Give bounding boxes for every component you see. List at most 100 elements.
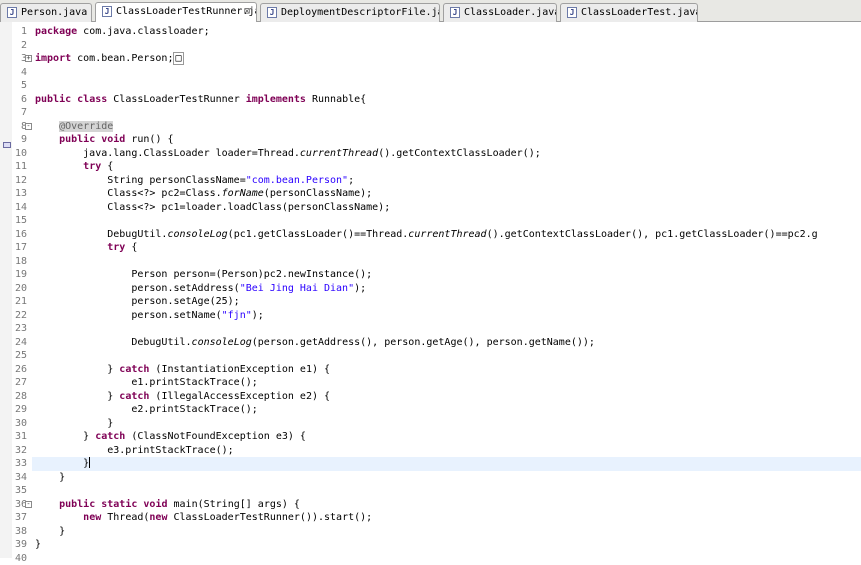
code-token: class: [77, 94, 107, 105]
close-tab-icon[interactable]: ⊠: [244, 3, 250, 20]
code-line: person.setAge(25);: [35, 295, 240, 309]
code-token: new: [149, 512, 167, 523]
line-number: 33: [12, 457, 27, 471]
code-token: Runnable{: [306, 94, 366, 105]
code-line: }: [35, 457, 90, 471]
code-token: {: [125, 242, 137, 253]
code-token: );: [354, 283, 366, 294]
code-token: }: [35, 526, 65, 537]
line-number: 23: [12, 322, 27, 336]
code-token: Class<?> pc2=Class.: [35, 188, 222, 199]
line-number-gutter: 123+45678-910111213141516171819202122232…: [12, 22, 32, 558]
code-line: public void run() {: [35, 133, 174, 147]
code-line: package com.java.classloader;: [35, 25, 210, 39]
tab-classloader-java[interactable]: J ClassLoader.java: [443, 3, 557, 22]
line-number: 4: [12, 66, 27, 80]
code-line: String personClassName="com.bean.Person"…: [35, 174, 354, 188]
code-token: ().getContextClassLoader(), pc1.getClass…: [487, 229, 818, 240]
java-file-icon: J: [102, 6, 112, 17]
tab-label: ClassLoaderTest.java: [581, 4, 698, 21]
code-token: "fjn": [222, 310, 252, 321]
tab-deploymentdescriptorfile-java[interactable]: JDeploymentDescriptorFile.java: [260, 3, 440, 22]
code-token: public: [35, 94, 71, 105]
code-token: "com.bean.Person": [246, 175, 348, 186]
editor-tab-bar: J Person.java J ClassLoaderTestRunner.java⊠…: [0, 0, 861, 22]
code-token: e2.printStackTrace();: [35, 404, 258, 415]
code-token: }: [35, 364, 119, 375]
line-number: 32: [12, 444, 27, 458]
line-number: 22: [12, 309, 27, 323]
tab-label: ClassLoader.java: [464, 4, 557, 21]
code-editor[interactable]: package com.java.classloader;import com.…: [32, 22, 861, 558]
line-number: 34: [12, 471, 27, 485]
line-number: 31: [12, 430, 27, 444]
code-line: }: [35, 538, 41, 552]
expand-fold-icon[interactable]: +: [25, 55, 32, 62]
code-token: e3.printStackTrace();: [35, 445, 234, 456]
line-number: 21: [12, 295, 27, 309]
code-token: consoleLog: [167, 229, 227, 240]
line-number: 7: [12, 106, 27, 120]
code-token: Class<?> pc1=loader.loadClass(personClas…: [35, 202, 390, 213]
code-token: String personClassName=: [35, 175, 246, 186]
code-token: main(String[] args) {: [168, 499, 300, 510]
line-number: 20: [12, 282, 27, 296]
line-number: 29: [12, 403, 27, 417]
collapse-fold-icon[interactable]: -: [25, 123, 32, 130]
collapse-fold-icon[interactable]: -: [25, 501, 32, 508]
code-token: }: [35, 472, 65, 483]
code-line: } catch (ClassNotFoundException e3) {: [35, 430, 306, 444]
override-marker-icon[interactable]: [3, 142, 11, 148]
code-token: e1.printStackTrace();: [35, 377, 258, 388]
overview-ruler: [0, 22, 12, 558]
line-number: 40: [12, 552, 27, 565]
code-token: }: [35, 458, 89, 469]
code-line: Class<?> pc2=Class.forName(personClassNa…: [35, 187, 372, 201]
code-line: }: [35, 471, 65, 485]
line-number: 15: [12, 214, 27, 228]
code-token: currentThread: [408, 229, 486, 240]
code-token: com.java.classloader;: [77, 26, 209, 37]
code-token: }: [35, 391, 119, 402]
code-line: public class ClassLoaderTestRunner imple…: [35, 93, 366, 107]
code-line: }: [35, 525, 65, 539]
code-token: (InstantiationException e1) {: [149, 364, 330, 375]
line-number: 25: [12, 349, 27, 363]
code-token: catch: [119, 391, 149, 402]
line-number: 16: [12, 228, 27, 242]
tab-label: ClassLoaderTestRunner.java: [116, 3, 257, 20]
line-number: 6: [12, 93, 27, 107]
current-line-highlight: [32, 457, 861, 471]
line-number: 28: [12, 390, 27, 404]
code-line: java.lang.ClassLoader loader=Thread.curr…: [35, 147, 541, 161]
tab-label: Person.java: [21, 4, 87, 21]
code-token: Person person=(Person)pc2.newInstance();: [35, 269, 372, 280]
line-number: 24: [12, 336, 27, 350]
code-token: java.lang.ClassLoader loader=Thread.: [35, 148, 300, 159]
code-token: void: [143, 499, 167, 510]
code-token: [35, 242, 107, 253]
line-number: 27: [12, 376, 27, 390]
tab-classloadertestrunner-java[interactable]: J ClassLoaderTestRunner.java⊠: [95, 2, 257, 22]
tab-classloadertest-java[interactable]: JClassLoaderTest.java: [560, 3, 698, 22]
code-token: person.setName(: [35, 310, 222, 321]
code-line: DebugUtil.consoleLog(person.getAddress()…: [35, 336, 595, 350]
code-token: ClassLoaderTestRunner()).start();: [167, 512, 372, 523]
line-number: 17: [12, 241, 27, 255]
code-token: try: [83, 161, 101, 172]
code-token: consoleLog: [192, 337, 252, 348]
code-token: DebugUtil.: [35, 337, 192, 348]
code-token: }: [35, 539, 41, 550]
code-line: try {: [35, 160, 113, 174]
code-line: e2.printStackTrace();: [35, 403, 258, 417]
java-file-icon: J: [7, 7, 17, 18]
code-token: package: [35, 26, 77, 37]
java-file-icon: J: [450, 7, 460, 18]
code-token: Thread(: [101, 512, 149, 523]
code-line: } catch (InstantiationException e1) {: [35, 363, 330, 377]
code-token: "Bei Jing Hai Dian": [240, 283, 354, 294]
line-number: 1: [12, 25, 27, 39]
tab-person-java[interactable]: J Person.java: [0, 3, 92, 22]
code-line: public static void main(String[] args) {: [35, 498, 300, 512]
code-token: com.bean.Person;: [71, 53, 173, 64]
